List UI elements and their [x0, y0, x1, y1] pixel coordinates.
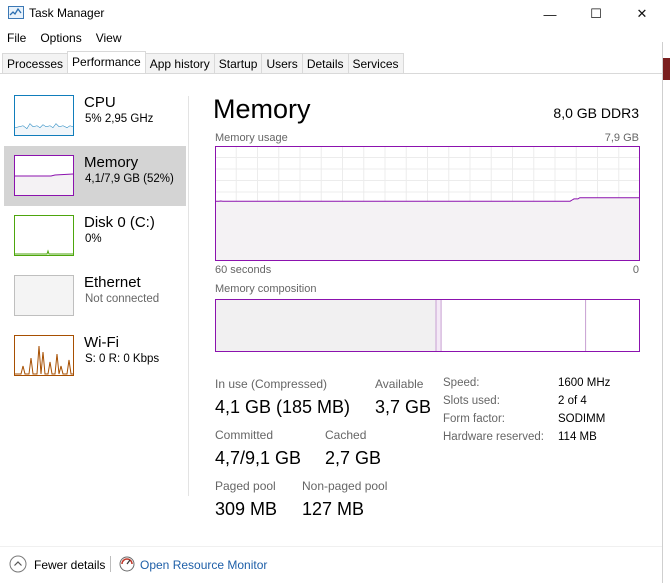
- available-value: 3,7 GB: [375, 397, 432, 417]
- form-factor-label: Form factor:: [443, 413, 505, 425]
- cached-value: 2,7 GB: [325, 448, 382, 468]
- cached-label: Cached: [325, 428, 367, 442]
- speed-value: 1600 MHz: [558, 377, 611, 389]
- footer-divider: [0, 546, 662, 547]
- in-use-label: In use (Compressed): [215, 377, 328, 391]
- paged-pool-value: 309 MB: [215, 499, 278, 519]
- sidebar-item-memory[interactable]: Memory 4,1/7,9 GB (52%): [4, 146, 186, 206]
- sidebar-cpu-name: CPU: [84, 94, 116, 111]
- tab-app-history[interactable]: App history: [144, 53, 215, 73]
- sidebar-ethernet-name: Ethernet: [84, 274, 141, 291]
- sidebar-item-disk[interactable]: Disk 0 (C:) 0%: [4, 206, 186, 266]
- composition-modified: [436, 299, 442, 352]
- slots-value: 2 of 4: [558, 395, 587, 407]
- tab-users[interactable]: Users: [261, 53, 303, 73]
- speed-label: Speed:: [443, 377, 480, 389]
- sidebar-memory-sub: 4,1/7,9 GB (52%): [85, 173, 174, 185]
- resource-sidebar: CPU 5% 2,95 GHz Memory 4,1/7,9 GB (52%) …: [4, 86, 186, 476]
- tab-startup[interactable]: Startup: [213, 53, 263, 73]
- disk-thumbnail: [14, 215, 74, 256]
- open-resource-monitor-link[interactable]: Open Resource Monitor: [140, 558, 267, 572]
- chevron-up-circle-icon[interactable]: [9, 555, 27, 573]
- sidebar-item-ethernet[interactable]: Ethernet Not connected: [4, 266, 186, 326]
- memory-usage-max: 7,9 GB: [604, 132, 639, 144]
- hardware-reserved-label: Hardware reserved:: [443, 431, 544, 443]
- wifi-thumbnail: [14, 335, 74, 376]
- nonpaged-pool-value: 127 MB: [302, 499, 365, 519]
- sidebar-wifi-name: Wi-Fi: [84, 334, 119, 351]
- tab-services[interactable]: Services: [347, 53, 404, 73]
- maximize-button[interactable]: ☐: [573, 0, 619, 28]
- tab-performance[interactable]: Performance: [67, 51, 146, 73]
- committed-value: 4,7/9,1 GB: [215, 448, 302, 468]
- tab-strip: Processes Performance App history Startu…: [2, 51, 404, 74]
- close-button[interactable]: ✕: [619, 0, 665, 28]
- time-axis-start: 60 seconds: [215, 264, 272, 276]
- fewer-details-button[interactable]: Fewer details: [34, 558, 105, 572]
- sidebar-item-cpu[interactable]: CPU 5% 2,95 GHz: [4, 86, 186, 146]
- slots-label: Slots used:: [443, 395, 500, 407]
- in-use-value: 4,1 GB (185 MB): [215, 397, 351, 417]
- tab-processes[interactable]: Processes: [2, 53, 69, 73]
- committed-label: Committed: [215, 428, 274, 442]
- menu-view[interactable]: View: [89, 28, 129, 48]
- composition-in-use: [215, 299, 436, 352]
- menu-file[interactable]: File: [0, 28, 33, 48]
- available-label: Available: [375, 377, 424, 391]
- sidebar-cpu-sub: 5% 2,95 GHz: [85, 113, 154, 125]
- disk-mini-graph: [15, 249, 73, 255]
- memory-usage-graph: [215, 146, 640, 261]
- sidebar-disk-sub: 0%: [85, 233, 102, 245]
- memory-spec: 8,0 GB DDR3: [553, 105, 639, 121]
- menu-options[interactable]: Options: [33, 28, 88, 48]
- sidebar-ethernet-sub: Not connected: [85, 293, 160, 305]
- hardware-reserved-value: 114 MB: [558, 431, 597, 443]
- tab-details[interactable]: Details: [301, 53, 349, 73]
- sidebar-item-wifi[interactable]: Wi-Fi S: 0 R: 0 Kbps: [4, 326, 186, 386]
- footer-separator: [110, 556, 111, 572]
- wifi-mini-graph: [15, 345, 73, 375]
- cpu-thumbnail: [14, 95, 74, 136]
- nonpaged-pool-label: Non-paged pool: [302, 479, 388, 493]
- task-manager-icon: [8, 6, 24, 19]
- page-title: Memory: [213, 94, 311, 124]
- memory-mini-graph: [15, 173, 73, 195]
- resource-monitor-icon[interactable]: [119, 556, 135, 572]
- menu-bar: File Options View: [0, 28, 129, 48]
- paged-pool-label: Paged pool: [215, 479, 276, 493]
- cpu-mini-graph: [15, 123, 73, 135]
- window-title: Task Manager: [29, 6, 105, 20]
- memory-composition-bar: [215, 299, 640, 352]
- sidebar-disk-name: Disk 0 (C:): [84, 214, 155, 231]
- memory-usage-label: Memory usage: [215, 132, 288, 144]
- sidebar-wifi-sub: S: 0 R: 0 Kbps: [85, 353, 160, 365]
- ethernet-thumbnail: [14, 275, 74, 316]
- memory-thumbnail: [14, 155, 74, 196]
- memory-composition-label: Memory composition: [215, 283, 317, 295]
- time-axis-end: 0: [632, 264, 639, 276]
- background-window-strip: [663, 58, 670, 80]
- tab-divider: [0, 73, 662, 74]
- title-bar: Task Manager — ☐ ✕: [0, 0, 670, 28]
- sidebar-divider: [188, 96, 189, 496]
- background-window: [662, 42, 670, 583]
- form-factor-value: SODIMM: [558, 413, 606, 425]
- sidebar-memory-name: Memory: [84, 154, 139, 171]
- minimize-button[interactable]: —: [527, 0, 573, 28]
- usage-area: [215, 197, 640, 261]
